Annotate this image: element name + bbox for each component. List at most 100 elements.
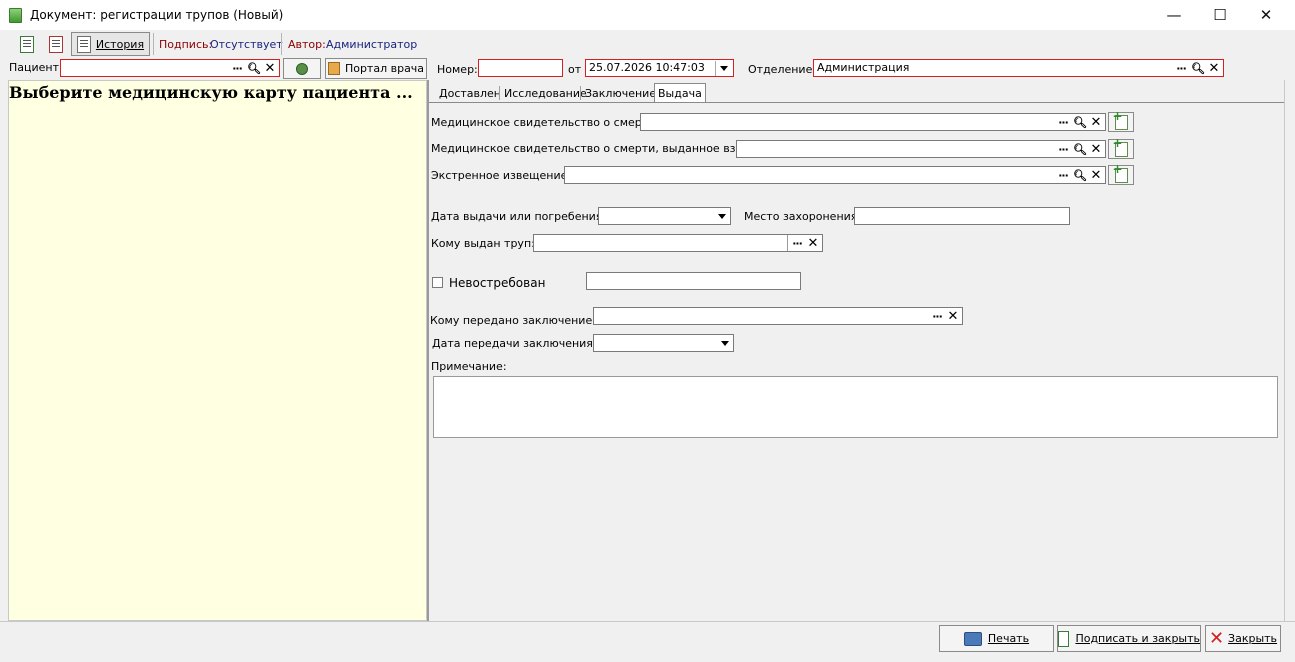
conclusion-to-clear-icon[interactable]: ✕ bbox=[946, 309, 960, 323]
history-button[interactable]: История bbox=[71, 32, 150, 56]
patient-browse-button[interactable]: ··· bbox=[230, 61, 244, 75]
department-browse-button[interactable]: ··· bbox=[1174, 61, 1188, 75]
conclusion-to-label: Кому передано заключение: bbox=[430, 314, 596, 327]
date-dropdown-button[interactable] bbox=[715, 61, 732, 76]
chevron-down-icon bbox=[720, 340, 729, 346]
patient-card-placeholder: Выберите медицинскую карту пациента ... bbox=[9, 83, 413, 102]
urgent-notice-label: Экстренное извещение: bbox=[431, 169, 572, 182]
date-value: 25.07.2026 10:47:03 bbox=[589, 61, 705, 74]
unclaimed-label: Невостребован bbox=[449, 276, 546, 290]
death-cert-replaced-clear-icon[interactable]: ✕ bbox=[1089, 142, 1103, 156]
death-cert-browse-button[interactable]: ··· bbox=[1056, 115, 1070, 129]
death-cert-replaced-label: Медицинское свидетельство о смерти, выда… bbox=[431, 142, 769, 155]
history-label: История bbox=[95, 37, 145, 51]
history-icon bbox=[76, 35, 91, 53]
printer-icon bbox=[963, 631, 982, 646]
conclusion-date-label: Дата передачи заключения: bbox=[432, 337, 597, 350]
unsign-doc-icon bbox=[49, 35, 63, 53]
patient-card-button[interactable] bbox=[283, 58, 321, 79]
from-label: от bbox=[568, 63, 582, 76]
person-icon bbox=[296, 62, 308, 75]
chevron-down-icon bbox=[717, 213, 726, 219]
tab-separator bbox=[580, 86, 581, 100]
urgent-notice-search-icon[interactable]: 🔍︎ bbox=[1073, 168, 1087, 182]
death-cert-label: Медицинское свидетельство о смерти: bbox=[431, 116, 660, 129]
death-cert-add-button[interactable] bbox=[1108, 109, 1134, 132]
author-value: Администратор bbox=[326, 38, 418, 51]
author-label: Автор: bbox=[288, 38, 326, 51]
body-issued-to-browse-button[interactable]: ··· bbox=[790, 236, 804, 250]
close-button[interactable]: ✕ Закрыть bbox=[1205, 625, 1281, 652]
department-clear-icon[interactable]: ✕ bbox=[1207, 61, 1221, 75]
pane-splitter[interactable] bbox=[427, 80, 429, 621]
death-cert-clear-icon[interactable]: ✕ bbox=[1089, 115, 1103, 129]
death-cert-field[interactable] bbox=[640, 113, 1106, 131]
date-field[interactable]: 25.07.2026 10:47:03 bbox=[585, 59, 734, 77]
close-window-button[interactable]: ✕ bbox=[1243, 0, 1289, 30]
add-document-icon bbox=[1113, 109, 1128, 130]
toolbar-separator bbox=[281, 33, 282, 55]
minimize-button[interactable]: — bbox=[1151, 0, 1197, 30]
urgent-notice-clear-icon[interactable]: ✕ bbox=[1089, 168, 1103, 182]
tab-delivered[interactable]: Доставлен bbox=[436, 84, 504, 102]
issue-date-dropdown-button[interactable] bbox=[714, 209, 729, 223]
close-label: Закрыть bbox=[1228, 632, 1278, 645]
sign-status-value: Отсутствует bbox=[210, 38, 283, 51]
sign-and-close-button[interactable]: Подписать и закрыть bbox=[1057, 625, 1201, 652]
sign-close-label: Подписать и закрыть bbox=[1075, 632, 1200, 645]
number-field[interactable] bbox=[478, 59, 563, 77]
tab-examination[interactable]: Исследование bbox=[501, 84, 590, 102]
unclaimed-note-field[interactable] bbox=[586, 272, 801, 290]
issue-date-field[interactable] bbox=[598, 207, 731, 225]
close-red-icon: ✕ bbox=[1208, 628, 1225, 649]
app-icon bbox=[9, 8, 22, 23]
department-value: Администрация bbox=[817, 61, 910, 74]
note-textarea[interactable] bbox=[433, 376, 1278, 438]
body-issued-to-field[interactable] bbox=[533, 234, 823, 252]
right-pane-border bbox=[1284, 80, 1285, 621]
unsign-document-button[interactable] bbox=[44, 32, 68, 56]
conclusion-to-field[interactable] bbox=[593, 307, 963, 325]
add-document-icon bbox=[1113, 136, 1128, 157]
burial-place-field[interactable] bbox=[854, 207, 1070, 225]
department-label: Отделение: bbox=[748, 63, 817, 76]
burial-place-label: Место захоронения: bbox=[744, 210, 862, 223]
doctor-portal-button[interactable]: Портал врача bbox=[325, 58, 427, 79]
chevron-down-icon bbox=[720, 66, 728, 71]
window-title: Документ: регистрации трупов (Новый) bbox=[30, 8, 284, 22]
urgent-notice-browse-button[interactable]: ··· bbox=[1056, 168, 1070, 182]
body-issued-to-clear-icon[interactable]: ✕ bbox=[806, 236, 820, 250]
toolbar-separator bbox=[153, 33, 154, 55]
patient-search-icon[interactable]: 🔍︎ bbox=[247, 61, 261, 75]
patient-label: Пациент: bbox=[9, 61, 63, 74]
death-cert-search-icon[interactable]: 🔍︎ bbox=[1073, 115, 1087, 129]
tab-conclusion[interactable]: Заключение bbox=[582, 84, 659, 102]
conclusion-date-field[interactable] bbox=[593, 334, 734, 352]
number-label: Номер: bbox=[437, 63, 478, 76]
print-label: Печать bbox=[987, 632, 1030, 645]
conclusion-date-dropdown-button[interactable] bbox=[717, 336, 732, 350]
tab-separator bbox=[499, 86, 500, 100]
body-issued-to-label: Кому выдан труп: bbox=[431, 237, 535, 250]
death-cert-replaced-browse-button[interactable]: ··· bbox=[1056, 142, 1070, 156]
sign-document-button[interactable] bbox=[15, 32, 39, 56]
field-divider bbox=[787, 235, 788, 251]
doctor-portal-label: Портал врача bbox=[344, 62, 425, 75]
urgent-notice-add-button[interactable] bbox=[1108, 162, 1134, 185]
department-field[interactable]: Администрация bbox=[813, 59, 1224, 77]
patient-clear-icon[interactable]: ✕ bbox=[263, 61, 277, 75]
conclusion-to-browse-button[interactable]: ··· bbox=[930, 309, 944, 323]
maximize-button[interactable]: ☐ bbox=[1197, 0, 1243, 30]
tab-issue[interactable]: Выдача bbox=[654, 83, 706, 102]
urgent-notice-field[interactable] bbox=[564, 166, 1106, 184]
death-cert-replaced-search-icon[interactable]: 🔍︎ bbox=[1073, 142, 1087, 156]
print-button[interactable]: Печать bbox=[939, 625, 1054, 652]
note-label: Примечание: bbox=[431, 360, 507, 373]
sign-doc-icon bbox=[20, 35, 34, 53]
death-cert-replaced-field[interactable] bbox=[736, 140, 1106, 158]
death-cert-replaced-add-button[interactable] bbox=[1108, 136, 1134, 159]
unclaimed-checkbox[interactable] bbox=[432, 277, 443, 288]
issue-date-label: Дата выдачи или погребения: bbox=[431, 210, 607, 223]
department-search-icon[interactable]: 🔍︎ bbox=[1191, 61, 1205, 75]
sign-doc-icon bbox=[1058, 630, 1070, 647]
